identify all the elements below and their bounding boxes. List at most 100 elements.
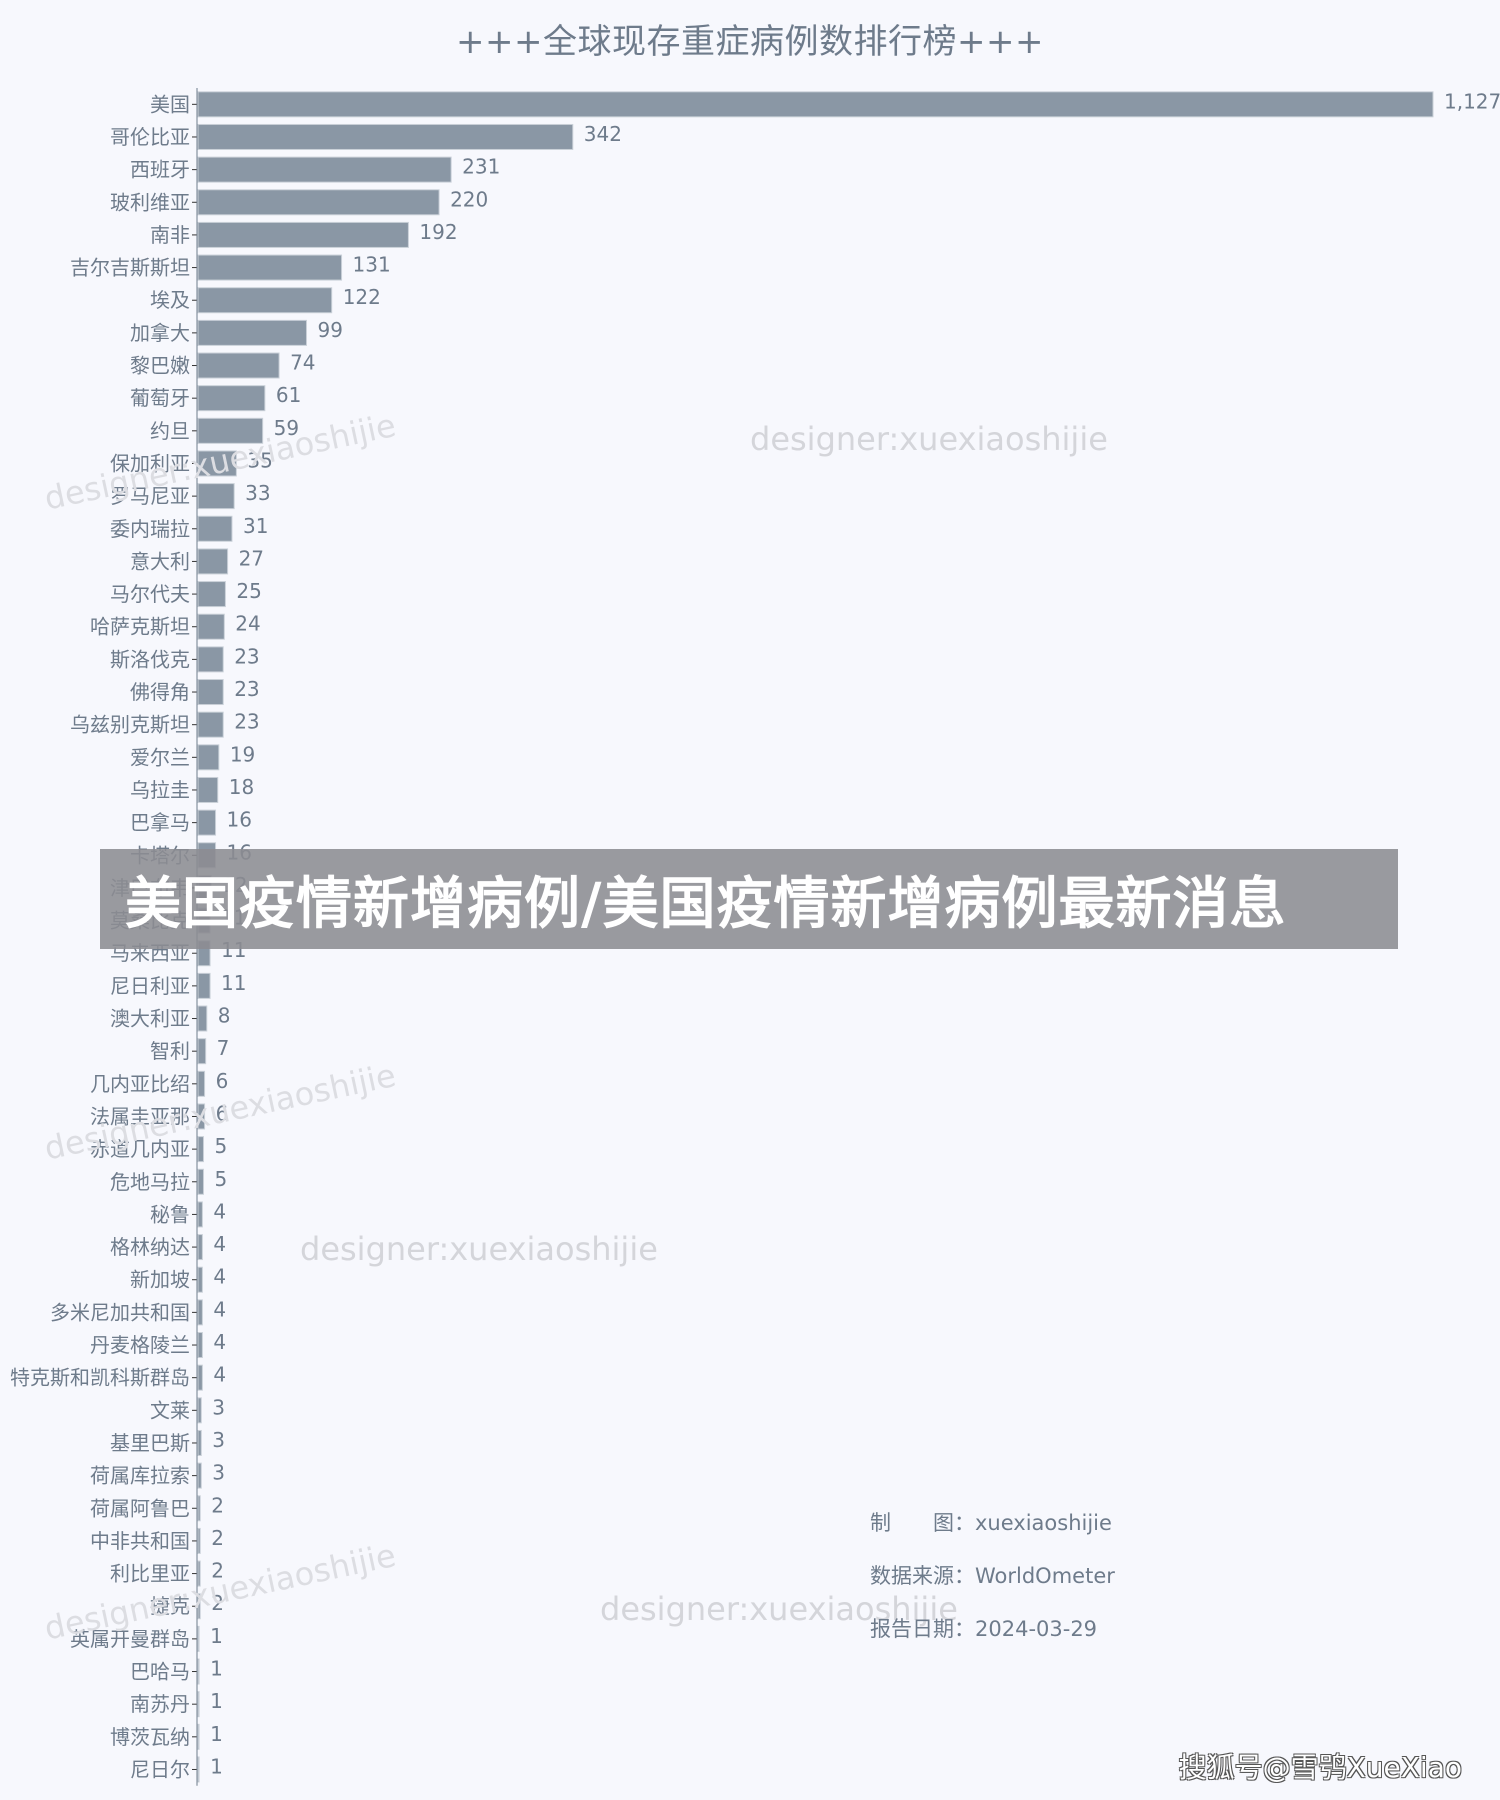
credit-source: 数据来源：WorldOmeter (870, 1558, 1115, 1611)
bar (197, 1070, 206, 1097)
y-tick-label: 斯洛伐克 (110, 647, 190, 671)
bar (197, 1364, 203, 1391)
credit-date-key: 报告日期： (870, 1617, 975, 1641)
data-label: 8 (218, 1004, 231, 1028)
data-label: 4 (213, 1265, 226, 1289)
data-label: 61 (276, 383, 301, 407)
y-tick-label: 尼日利亚 (110, 974, 190, 998)
bar (197, 91, 1434, 118)
data-label: 6 (216, 1069, 229, 1093)
y-tick-label: 意大利 (130, 549, 190, 573)
y-tick-label: 巴拿马 (130, 811, 190, 835)
data-label: 1 (210, 1722, 223, 1746)
data-label: 122 (343, 285, 381, 309)
y-tick-label: 南苏丹 (130, 1692, 190, 1716)
credit-source-key: 数据来源： (870, 1564, 975, 1588)
data-label: 18 (229, 775, 254, 799)
credit-date-value: 2024-03-29 (975, 1617, 1098, 1641)
bar (197, 1136, 204, 1163)
bar (197, 1429, 202, 1456)
y-tick-label: 加拿大 (130, 321, 190, 345)
data-label: 220 (450, 187, 488, 211)
data-label: 4 (213, 1363, 226, 1387)
data-label: 99 (317, 318, 342, 342)
bar (197, 385, 266, 412)
bar (197, 646, 224, 673)
y-tick-label: 中非共和国 (90, 1529, 190, 1553)
y-tick-label: 玻利维亚 (110, 190, 190, 214)
watermark-designer: designer:xuexiaoshijie (300, 1230, 658, 1268)
bar (197, 352, 280, 379)
data-label: 27 (239, 546, 264, 570)
y-tick-label: 几内亚比绍 (90, 1072, 190, 1096)
bar (197, 548, 229, 575)
y-tick-label: 乌兹别克斯坦 (70, 713, 190, 737)
y-tick-label: 西班牙 (130, 158, 190, 182)
credit-date: 报告日期：2024-03-29 (870, 1611, 1115, 1664)
y-tick-label: 多米尼加共和国 (50, 1300, 190, 1324)
y-tick-label: 吉尔吉斯斯坦 (70, 256, 190, 280)
bar (197, 123, 574, 150)
bar (197, 1723, 200, 1750)
bar (197, 1658, 200, 1685)
y-tick-label: 哥伦比亚 (110, 125, 190, 149)
bar (197, 1005, 208, 1032)
watermark-designer: designer:xuexiaoshijie (750, 420, 1108, 458)
bar (197, 581, 226, 608)
y-tick-label: 基里巴斯 (110, 1431, 190, 1455)
y-tick-label: 文莱 (150, 1398, 190, 1422)
data-label: 11 (221, 971, 246, 995)
data-label: 16 (227, 808, 252, 832)
y-tick-label: 秘鲁 (150, 1202, 190, 1226)
y-tick-label: 埃及 (150, 288, 190, 312)
bar (197, 1691, 200, 1718)
data-label: 24 (235, 612, 260, 636)
data-label: 4 (213, 1297, 226, 1321)
bar (197, 776, 219, 803)
y-tick-label: 葡萄牙 (130, 386, 190, 410)
data-label: 33 (245, 481, 270, 505)
data-label: 3 (212, 1461, 225, 1485)
y-tick-label: 委内瑞拉 (110, 517, 190, 541)
bar (197, 1038, 207, 1065)
bar (197, 1495, 201, 1522)
bar (197, 1266, 203, 1293)
credit-source-value: WorldOmeter (975, 1564, 1115, 1588)
data-label: 31 (243, 514, 268, 538)
data-label: 7 (217, 1036, 230, 1060)
bar (197, 1168, 204, 1195)
y-tick-label: 危地马拉 (110, 1170, 190, 1194)
data-label: 1,127 (1444, 89, 1500, 113)
y-tick-label: 格林纳达 (110, 1235, 190, 1259)
data-label: 25 (236, 579, 261, 603)
y-tick-label: 澳大利亚 (110, 1007, 190, 1031)
bar (197, 483, 235, 510)
y-tick-label: 马尔代夫 (110, 582, 190, 606)
bar (197, 1299, 203, 1326)
bar (197, 1332, 203, 1359)
source-watermark: 搜狐号@雪鸮XueXiao (1178, 1751, 1462, 1784)
data-label: 1 (210, 1689, 223, 1713)
bar (197, 679, 224, 706)
y-tick-label: 特克斯和凯科斯群岛 (10, 1366, 190, 1390)
bar (197, 972, 211, 999)
bar (197, 189, 440, 216)
data-label: 2 (211, 1493, 224, 1517)
bar (197, 711, 224, 738)
y-tick-label: 美国 (150, 92, 190, 116)
chart-credits: 制 图：xuexiaoshijie 数据来源：WorldOmeter 报告日期：… (870, 1505, 1115, 1664)
bar (197, 515, 233, 542)
data-label: 4 (213, 1330, 226, 1354)
data-label: 5 (214, 1134, 227, 1158)
bar (197, 613, 225, 640)
credit-maker-value: xuexiaoshijie (975, 1511, 1112, 1535)
headline-banner: 美国疫情新增病例/美国疫情新增病例最新消息 (100, 849, 1398, 949)
data-label: 4 (213, 1232, 226, 1256)
data-label: 1 (210, 1624, 223, 1648)
data-label: 2 (211, 1526, 224, 1550)
bar (197, 1397, 202, 1424)
bar (197, 221, 409, 248)
bar (197, 1625, 200, 1652)
bar (197, 744, 220, 771)
bar (197, 1527, 201, 1554)
